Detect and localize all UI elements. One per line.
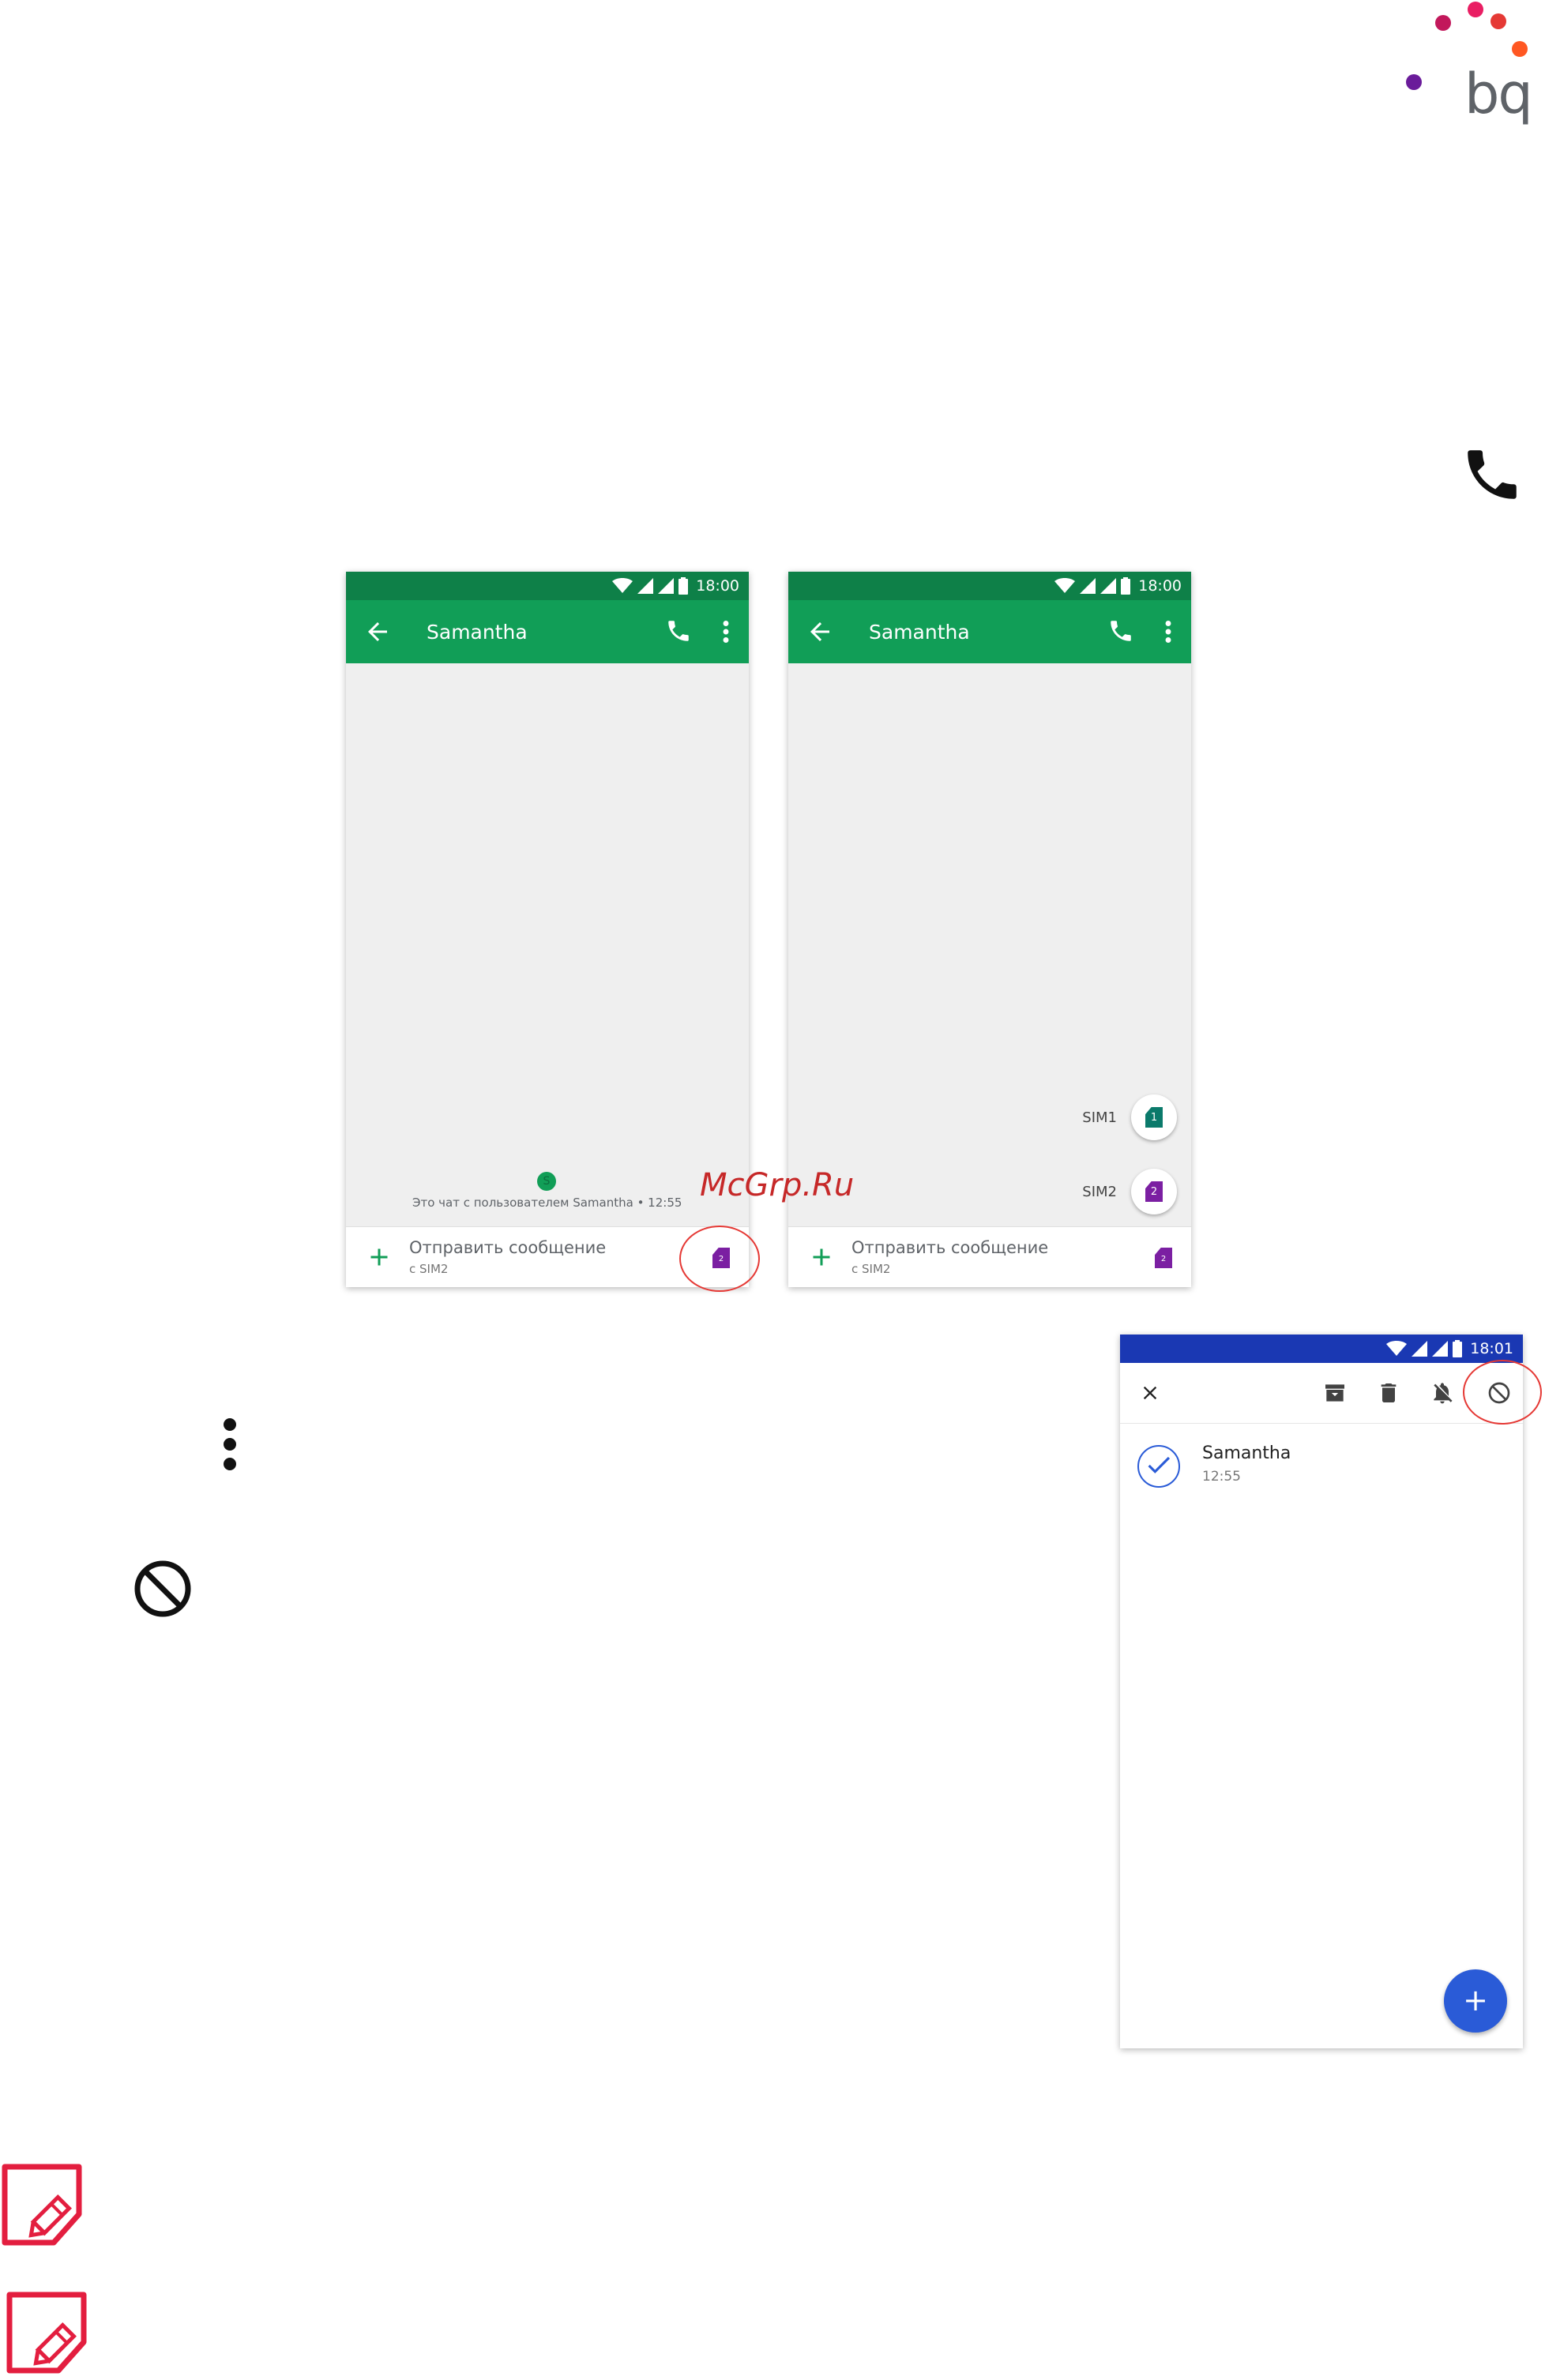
more-vert-icon [223, 1418, 237, 1470]
highlight-circle [679, 1226, 760, 1292]
call-icon[interactable] [665, 618, 692, 644]
sim-option-button[interactable]: 1 [1131, 1094, 1177, 1140]
status-bar: 18:00 [788, 572, 1191, 600]
battery-icon [1453, 1340, 1463, 1357]
signal-icon [1080, 578, 1096, 594]
app-bar: Samantha [788, 600, 1191, 663]
signal-icon [1412, 1341, 1428, 1357]
back-arrow-icon[interactable] [363, 618, 392, 646]
more-vert-icon[interactable] [719, 618, 733, 646]
sim-option-label: SIM2 [1082, 1183, 1117, 1200]
chat-info-text: Это чат с пользователем Samantha • 12:55 [412, 1196, 682, 1210]
close-icon[interactable] [1139, 1382, 1161, 1404]
note-icon [5, 2290, 92, 2377]
wifi-icon [1054, 578, 1076, 593]
contact-name: Samantha [427, 620, 528, 644]
signal-icon [637, 578, 654, 594]
sim-option-2[interactable]: SIM2 2 [1082, 1169, 1177, 1214]
status-bar: 18:01 [1120, 1335, 1523, 1363]
back-arrow-icon[interactable] [806, 618, 834, 646]
archive-icon[interactable] [1322, 1380, 1348, 1406]
status-time: 18:00 [1138, 577, 1182, 595]
brand-logo: bq [1398, 0, 1545, 134]
add-icon[interactable] [365, 1243, 393, 1271]
compose-input[interactable]: Отправить сообщение [851, 1238, 1048, 1257]
phone-icon [1460, 442, 1524, 507]
status-time: 18:00 [696, 577, 739, 595]
battery-icon [1121, 577, 1131, 595]
wifi-icon [612, 578, 633, 593]
status-icons [612, 577, 689, 595]
conversation-name: Samantha [1202, 1443, 1291, 1463]
signal-icon [1432, 1341, 1449, 1357]
watermark: McGrp.Ru [700, 1167, 855, 1203]
selected-check-icon [1137, 1445, 1180, 1488]
sim-card-icon: 1 [1145, 1107, 1163, 1128]
sim-option-label: SIM1 [1082, 1109, 1117, 1126]
status-bar: 18:00 [346, 572, 749, 600]
highlight-circle [1463, 1360, 1542, 1425]
conversation-row[interactable]: Samantha 12:55 [1120, 1436, 1523, 1502]
battery-icon [679, 577, 689, 595]
status-icons [1054, 577, 1131, 595]
signal-icon [658, 578, 675, 594]
compose-bar: Отправить сообщение с SIM2 2 [788, 1226, 1191, 1287]
screenshot-conversation: 18:00 Samantha S Это чат с пользователем… [346, 572, 749, 1287]
notifications-off-icon[interactable] [1430, 1380, 1455, 1406]
add-icon[interactable] [807, 1243, 836, 1271]
contact-name: Samantha [869, 620, 970, 644]
delete-icon[interactable] [1376, 1380, 1401, 1406]
signal-icon [1100, 578, 1117, 594]
compose-sim-hint: с SIM2 [851, 1262, 891, 1276]
sim-selector-button[interactable]: 2 [1155, 1248, 1172, 1268]
note-icon [0, 2162, 87, 2249]
compose-input[interactable]: Отправить сообщение [409, 1238, 606, 1257]
status-icons [1386, 1340, 1463, 1357]
sim-option-1[interactable]: SIM1 1 [1082, 1094, 1177, 1140]
contact-avatar: S [537, 1172, 556, 1191]
brand-logo-text: bq [1464, 62, 1533, 126]
compose-sim-hint: с SIM2 [409, 1262, 449, 1276]
screenshot-conversation-list: 18:01 Samantha 12:55 + [1120, 1335, 1523, 2048]
conversation-time: 12:55 [1202, 1469, 1241, 1485]
call-icon[interactable] [1107, 618, 1134, 644]
sim-option-button[interactable]: 2 [1131, 1169, 1177, 1214]
wifi-icon [1386, 1341, 1408, 1356]
new-message-fab[interactable]: + [1444, 1969, 1507, 2033]
more-vert-icon[interactable] [1161, 618, 1175, 646]
app-bar: Samantha [346, 600, 749, 663]
block-icon [133, 1559, 193, 1619]
status-time: 18:01 [1470, 1340, 1513, 1357]
sim-card-icon: 2 [1145, 1181, 1163, 1202]
